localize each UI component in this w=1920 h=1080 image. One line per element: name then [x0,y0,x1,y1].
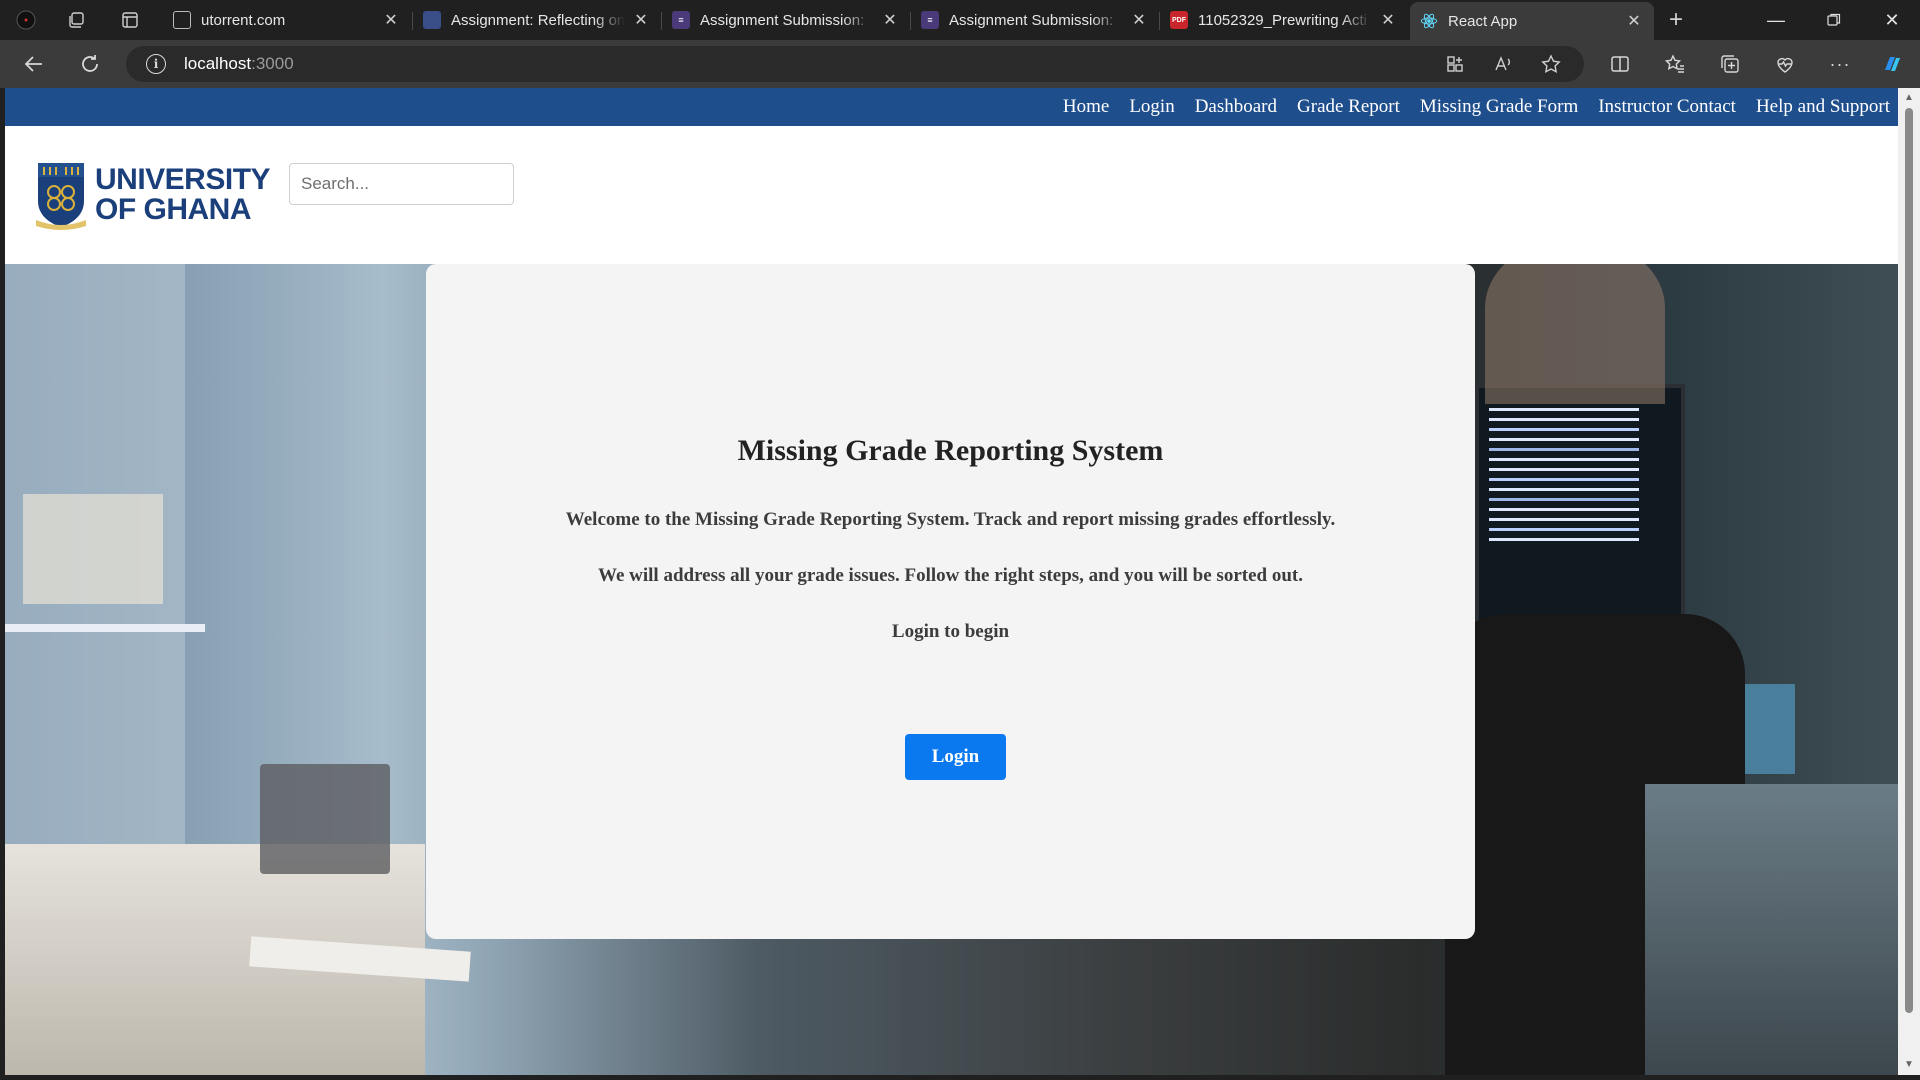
minimize-icon[interactable]: — [1748,0,1804,40]
browser-tab-active[interactable]: React App ✕ [1410,2,1654,40]
login-prompt: Login to begin [891,621,1010,642]
page-icon [173,11,191,29]
close-tab-icon[interactable]: ✕ [631,10,651,30]
back-icon[interactable] [20,50,48,78]
pdf-icon: PDF [1170,11,1188,29]
close-tab-icon[interactable]: ✕ [880,10,900,30]
restore-icon[interactable] [1806,0,1862,40]
close-tab-icon[interactable]: ✕ [1129,10,1149,30]
form-list-icon: ≡ [921,11,939,29]
tab-label: utorrent.com [201,11,286,29]
browser-tab[interactable]: PDF 11052329_Prewriting Acti ✕ [1160,4,1408,36]
tab-label: React App [1448,12,1518,30]
app-available-icon[interactable] [1444,53,1466,75]
desk-right [1645,784,1898,1075]
support-text: We will address all your grade issues. F… [598,565,1303,586]
tab-label: 11052329_Prewriting Acti [1198,11,1367,29]
page-viewport: Home Login Dashboard Grade Report Missin… [5,88,1898,1075]
workspaces-icon[interactable] [64,8,88,32]
close-tab-icon[interactable]: ✕ [381,10,401,30]
tab-label: Assignment: Reflecting on [451,11,625,29]
nav-instructor-contact[interactable]: Instructor Contact [1598,96,1736,118]
browser-tab-strip: utorrent.com ✕ Assignment: Reflecting on… [0,0,1920,40]
site-header: UNIVERSITY OF GHANA [5,126,1898,264]
collections-icon[interactable] [1716,50,1744,78]
scroll-down-icon[interactable]: ▼ [1903,1059,1915,1071]
close-tab-icon[interactable]: ✕ [1378,10,1398,30]
assignment-icon [423,11,441,29]
page-title: Missing Grade Reporting System [737,434,1164,467]
address-bar[interactable]: i localhost:3000 [126,46,1584,82]
nav-home[interactable]: Home [1063,96,1109,118]
search-input[interactable] [289,163,514,205]
browser-essentials-icon[interactable] [1771,50,1799,78]
shelf [5,624,205,632]
react-icon [1420,12,1438,30]
url-host: localhost [184,54,252,73]
nav-help-and-support[interactable]: Help and Support [1756,96,1890,118]
book-stack [23,494,163,604]
profile-avatar-icon[interactable] [14,8,38,32]
favorites-icon[interactable] [1661,50,1689,78]
person-figure [1485,264,1665,404]
browser-tab[interactable]: ≡ Assignment Submission: ✕ [662,4,910,36]
address-url[interactable]: localhost:3000 [184,54,294,74]
copilot-icon[interactable] [1878,50,1906,78]
read-aloud-icon[interactable] [1492,53,1514,75]
login-button[interactable]: Login [905,734,1006,780]
favorite-star-icon[interactable] [1540,53,1562,75]
tab-label: Assignment Submission: [949,11,1114,29]
crest-icon [36,163,86,230]
new-tab-icon[interactable]: + [1664,6,1688,33]
browser-tab[interactable]: Assignment: Reflecting on ✕ [413,4,661,36]
page-scrollbar[interactable]: ▲ ▼ [1898,88,1920,1075]
pen-holder [1745,684,1795,774]
logo-line-1: UNIVERSITY [95,163,271,196]
form-list-icon: ≡ [672,11,690,29]
split-screen-icon[interactable] [1606,50,1634,78]
tab-label: Assignment Submission: [700,11,865,29]
nav-missing-grade-form[interactable]: Missing Grade Form [1420,96,1578,118]
tab-actions-icon[interactable] [118,8,142,32]
logo-line-2: OF GHANA [95,193,252,226]
nav-dashboard[interactable]: Dashboard [1195,96,1277,118]
welcome-card: Missing Grade Reporting System Welcome t… [426,264,1475,939]
nav-login[interactable]: Login [1129,96,1174,118]
scroll-up-icon[interactable]: ▲ [1903,92,1915,104]
scrollbar-thumb[interactable] [1905,108,1913,1013]
more-options-icon[interactable]: ··· [1826,50,1854,78]
university-logo[interactable]: UNIVERSITY OF GHANA [35,160,271,230]
top-navigation: Home Login Dashboard Grade Report Missin… [5,88,1898,126]
reload-icon[interactable] [76,50,104,78]
site-info-icon[interactable]: i [146,54,166,74]
welcome-text: Welcome to the Missing Grade Reporting S… [565,509,1336,530]
nav-grade-report[interactable]: Grade Report [1297,96,1400,118]
url-port: :3000 [251,54,294,73]
logo-wordmark: UNIVERSITY OF GHANA [95,163,271,226]
browser-toolbar: i localhost:3000 ··· [0,40,1920,88]
window-close-icon[interactable]: ✕ [1864,0,1920,40]
browser-tab[interactable]: ≡ Assignment Submission: ✕ [911,4,1159,36]
desk-organizer [260,764,390,874]
close-tab-icon[interactable]: ✕ [1624,11,1644,31]
browser-tab[interactable]: utorrent.com ✕ [163,4,411,36]
